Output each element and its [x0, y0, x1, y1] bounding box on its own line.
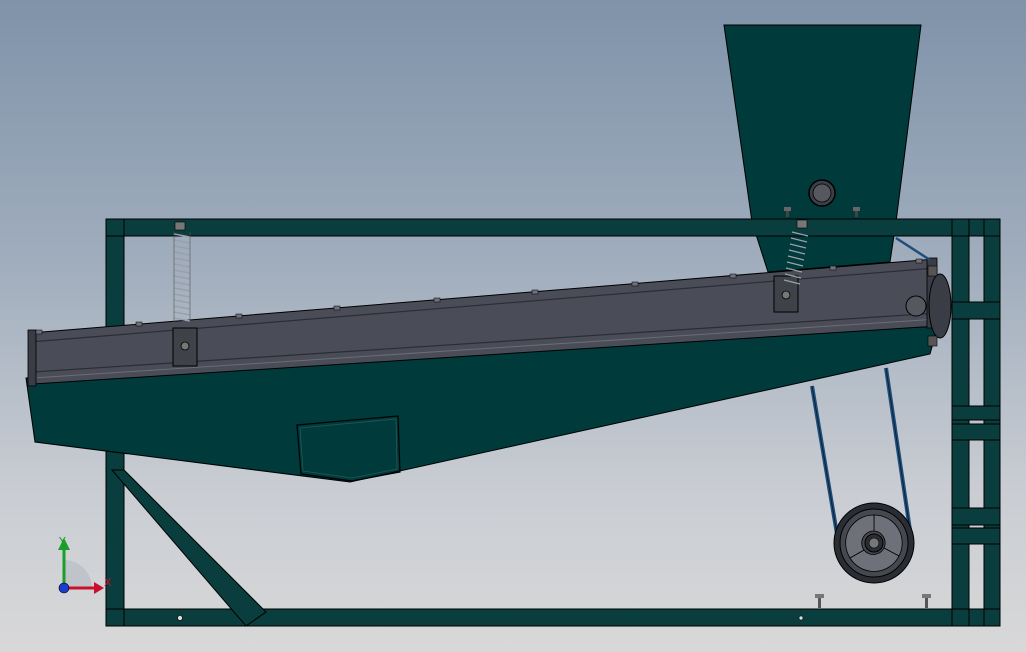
mount-bolt	[922, 594, 931, 608]
cad-viewport[interactable]: Y X	[0, 0, 1026, 652]
vibrating-screen-model[interactable]: Y X	[0, 0, 1026, 652]
triad-y-label: Y	[58, 535, 66, 548]
motor-pulley[interactable]	[833, 502, 915, 584]
mount-bolt	[815, 594, 824, 608]
coordinate-triad-icon: Y X	[58, 535, 112, 594]
triad-x-label: X	[104, 576, 112, 589]
suspension-spring-left[interactable]	[173, 221, 191, 324]
